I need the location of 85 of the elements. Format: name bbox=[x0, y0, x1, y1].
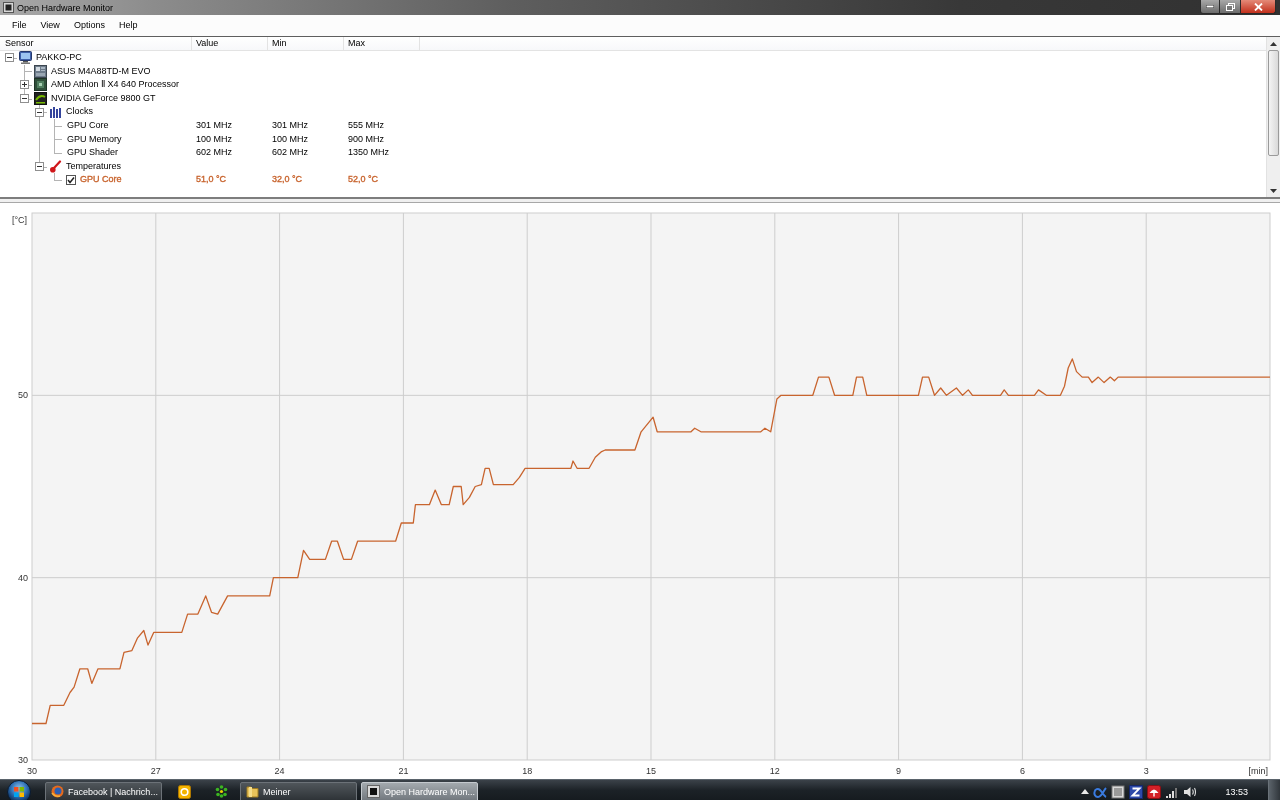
scroll-thumb[interactable] bbox=[1268, 50, 1279, 156]
y-axis-title: [°C] bbox=[11, 215, 27, 225]
bars-icon bbox=[49, 105, 62, 119]
sensor-min: 602 MHz bbox=[272, 147, 308, 158]
x-axis-label: 27 bbox=[150, 766, 161, 776]
tree-item-label[interactable]: Clocks bbox=[66, 105, 93, 119]
tree-item-label[interactable]: AMD Athlon Ⅱ X4 640 Processor bbox=[51, 78, 180, 92]
window-icon bbox=[367, 785, 380, 798]
sensor-min: 100 MHz bbox=[272, 133, 308, 144]
x-axis-label: 30 bbox=[27, 766, 37, 776]
column-header[interactable]: Max bbox=[344, 37, 420, 50]
graphics-chip-icon bbox=[34, 92, 47, 106]
show-desktop-button[interactable] bbox=[1268, 780, 1280, 800]
folder-icon bbox=[246, 785, 259, 798]
menu-item[interactable]: Help bbox=[111, 15, 145, 36]
x-axis-label: 15 bbox=[646, 766, 656, 776]
close-icon bbox=[1253, 2, 1263, 11]
tree-item-label[interactable]: NVIDIA GeForce 9800 GT bbox=[51, 91, 156, 106]
sensor-max: 900 MHz bbox=[348, 133, 384, 144]
sensor-value: 602 MHz bbox=[196, 147, 232, 158]
collapse-toggle[interactable] bbox=[35, 162, 44, 172]
collapse-toggle[interactable] bbox=[20, 94, 29, 104]
x-axis-label: 6 bbox=[1019, 766, 1025, 776]
minimize-icon bbox=[1206, 5, 1214, 8]
x-axis-label: 18 bbox=[522, 766, 533, 776]
speaker-icon[interactable] bbox=[1183, 784, 1198, 799]
circuit-board-icon bbox=[34, 64, 47, 78]
tree-item-label[interactable]: GPU Core bbox=[67, 118, 109, 133]
loop-icon[interactable] bbox=[1093, 784, 1108, 799]
taskbar-button[interactable]: Facebook | Nachrich... bbox=[45, 781, 162, 800]
tree-item-label[interactable]: GPU Memory bbox=[67, 132, 122, 147]
y-axis-label: 30 bbox=[18, 755, 28, 765]
tree-item-label[interactable]: GPU Core bbox=[80, 173, 122, 187]
sensor-value: 51,0 °C bbox=[196, 174, 227, 185]
monitor-icon bbox=[19, 51, 32, 65]
expand-toggle[interactable] bbox=[20, 80, 29, 90]
x-axis-label: 21 bbox=[398, 766, 409, 776]
collapse-toggle[interactable] bbox=[5, 53, 14, 63]
y-axis-label: 50 bbox=[18, 390, 28, 401]
ring-tile-icon bbox=[178, 784, 191, 799]
square-icon[interactable] bbox=[1111, 784, 1126, 799]
y-axis-label: 40 bbox=[18, 572, 28, 583]
column-header[interactable]: Value bbox=[192, 37, 268, 50]
chip-icon bbox=[34, 78, 47, 92]
sensor-min: 32,0 °C bbox=[272, 174, 303, 185]
caret-down-icon[interactable] bbox=[1270, 189, 1277, 193]
window-icon bbox=[3, 2, 14, 13]
minimize-button[interactable] bbox=[1200, 0, 1220, 14]
x-axis-label: 9 bbox=[896, 766, 902, 776]
sensor-value: 100 MHz bbox=[196, 133, 232, 144]
tree-item-label[interactable]: Temperatures bbox=[66, 159, 122, 174]
column-header[interactable]: Min bbox=[268, 37, 344, 50]
window-title: Open Hardware Monitor bbox=[17, 2, 114, 13]
thermometer-icon bbox=[49, 160, 62, 174]
sensor-max: 555 MHz bbox=[348, 119, 384, 130]
menu-item[interactable]: View bbox=[33, 15, 67, 36]
start-orb-icon[interactable] bbox=[6, 779, 32, 800]
caret-up-icon[interactable] bbox=[1270, 42, 1277, 46]
tree-item-label[interactable]: GPU Shader bbox=[67, 146, 119, 160]
maximize-button[interactable] bbox=[1220, 0, 1241, 14]
taskbar-button[interactable]: Meiner bbox=[240, 781, 357, 800]
restore-icon bbox=[1225, 2, 1235, 11]
zigzag-tile-icon[interactable] bbox=[1129, 784, 1144, 799]
flower-icon bbox=[215, 785, 228, 798]
umbrella-tile-icon[interactable] bbox=[1147, 784, 1162, 799]
x-axis-label: 24 bbox=[274, 766, 285, 776]
x-axis-label: 3 bbox=[1143, 766, 1149, 776]
x-axis-label: 12 bbox=[769, 766, 780, 776]
triangle-up-icon[interactable] bbox=[1081, 789, 1090, 794]
tree-item-label[interactable]: ASUS M4A88TD-M EVO bbox=[51, 64, 151, 79]
tray-clock[interactable]: 13:53 bbox=[1225, 786, 1248, 797]
close-button[interactable] bbox=[1241, 0, 1276, 14]
column-header[interactable]: Sensor bbox=[0, 37, 192, 50]
sensor-max: 52,0 °C bbox=[348, 174, 379, 185]
scrollbar-track[interactable] bbox=[1266, 37, 1280, 197]
sensor-value: 301 MHz bbox=[196, 119, 232, 130]
menu-item[interactable]: File bbox=[5, 15, 34, 36]
sensor-max: 1350 MHz bbox=[348, 147, 390, 158]
sensor-min: 301 MHz bbox=[272, 119, 308, 130]
x-axis-title: [min] bbox=[1248, 766, 1268, 776]
globe-icon bbox=[51, 785, 64, 798]
menu-item[interactable]: Options bbox=[66, 15, 112, 36]
collapse-toggle[interactable] bbox=[35, 107, 44, 117]
checkbox[interactable] bbox=[66, 175, 76, 186]
tree-item-label[interactable]: PAKKO-PC bbox=[36, 51, 82, 65]
